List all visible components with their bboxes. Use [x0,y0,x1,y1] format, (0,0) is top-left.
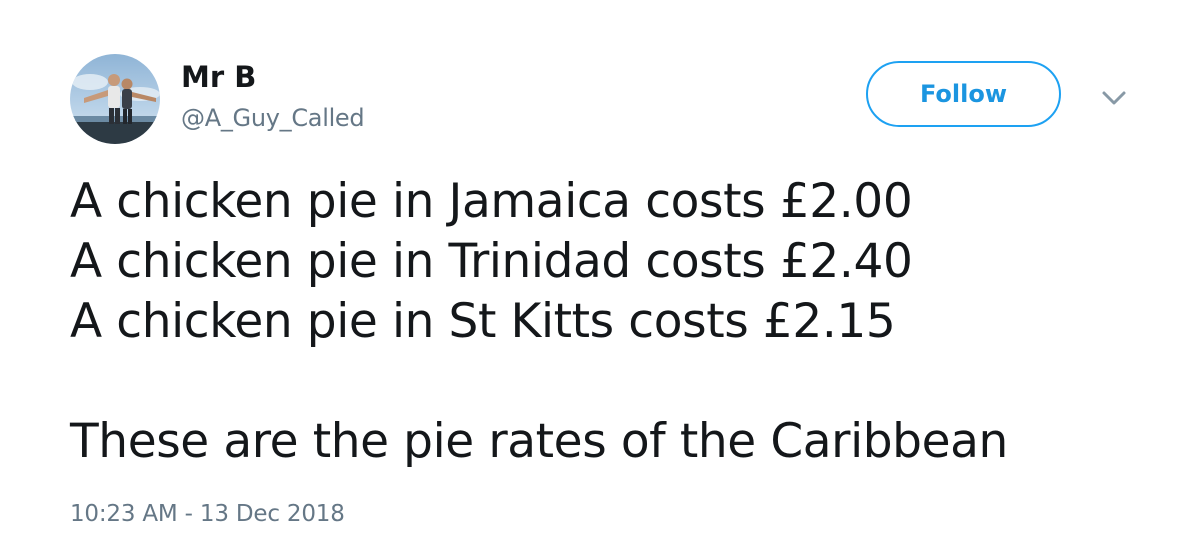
tweet-text-line: These are the pie rates of the Caribbean [70,414,1008,469]
follow-button[interactable]: Follow [866,61,1061,127]
tweet-card: Mr B @A_Guy_Called Follow A chicken pie … [0,0,1200,554]
chevron-down-icon[interactable] [1098,86,1130,110]
tweet-text-line: A chicken pie in Trinidad costs £2.40 [70,234,913,289]
tweet-timestamp[interactable]: 10:23 AM - 13 Dec 2018 [70,498,345,530]
tweet-text: A chicken pie in Jamaica costs £2.00 A c… [70,172,1170,472]
follow-button-label: Follow [919,80,1008,108]
tweet-text-line: A chicken pie in St Kitts costs £2.15 [70,294,896,349]
tweet-text-line: A chicken pie in Jamaica costs £2.00 [70,174,913,229]
tweet-text-spacer [70,352,1170,412]
avatar[interactable] [70,54,160,144]
avatar-photo [70,54,160,144]
user-handle[interactable]: @A_Guy_Called [181,103,365,133]
display-name[interactable]: Mr B [181,60,256,94]
